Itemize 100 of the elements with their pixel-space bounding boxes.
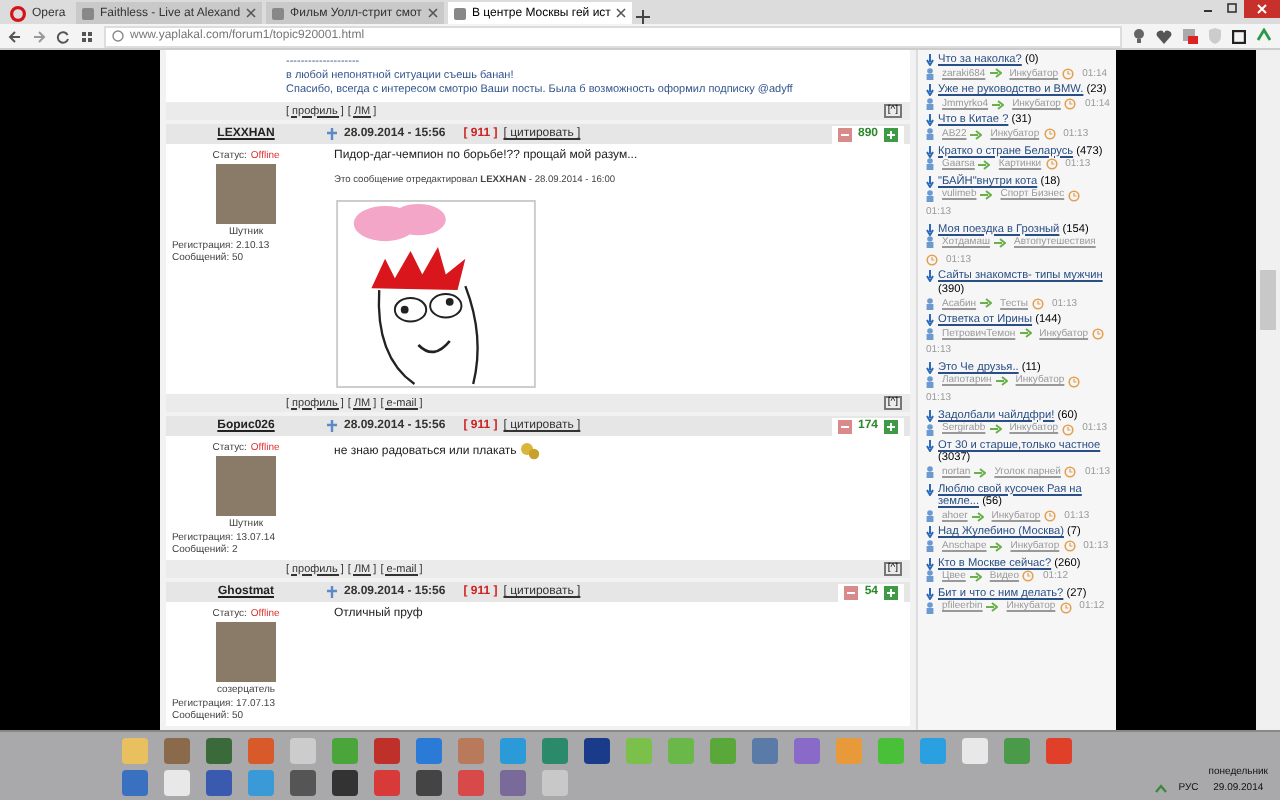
- extension-icon[interactable]: [1182, 28, 1198, 44]
- person-icon: [926, 466, 934, 479]
- down-arrow-icon: [926, 175, 934, 188]
- clock-icon: [1092, 327, 1105, 340]
- arrow-icon: [990, 541, 1003, 552]
- anchor-icon[interactable]: [326, 420, 338, 432]
- scroll-thumb[interactable]: [1260, 270, 1276, 330]
- back-icon[interactable]: [8, 29, 22, 43]
- down-arrow-icon: [926, 114, 934, 127]
- down-arrow-icon: [926, 557, 934, 570]
- person-icon: [926, 236, 934, 249]
- person-icon: [926, 297, 934, 310]
- arrow-icon: [978, 159, 991, 170]
- app-icon[interactable]: [582, 738, 612, 764]
- clock-icon: [1062, 67, 1075, 80]
- clock-icon: [1068, 189, 1081, 202]
- bulb-icon[interactable]: [1132, 28, 1146, 44]
- arrow-icon: [989, 68, 1002, 79]
- person-icon: [926, 158, 934, 171]
- avatar-photo-placeholder: [216, 456, 276, 516]
- person-icon: [926, 67, 934, 80]
- person-icon: [926, 327, 934, 340]
- close-icon[interactable]: [246, 8, 257, 18]
- close-icon[interactable]: [1244, 0, 1280, 18]
- minus-icon[interactable]: [844, 585, 859, 599]
- app-icon[interactable]: [372, 738, 402, 764]
- clock-icon: [1068, 375, 1081, 388]
- arrow-icon: [974, 467, 987, 478]
- arrow-icon: [980, 298, 993, 309]
- person-icon: [926, 570, 934, 583]
- app-icon[interactable]: [288, 770, 318, 796]
- close-icon[interactable]: [427, 8, 438, 18]
- network-icon[interactable]: [1154, 780, 1169, 794]
- down-arrow-icon: [926, 54, 934, 66]
- app-icon[interactable]: [414, 770, 444, 796]
- down-arrow-icon: [926, 145, 934, 158]
- grid-icon[interactable]: [80, 29, 94, 43]
- down-arrow-icon: [926, 587, 934, 600]
- arrow-icon: [969, 571, 982, 582]
- heart-icon[interactable]: [1156, 29, 1172, 43]
- person-icon: [926, 128, 934, 141]
- down-arrow-icon: [926, 409, 934, 422]
- avatar-photo-placeholder: [216, 622, 276, 682]
- person-icon: [926, 375, 934, 388]
- minus-icon[interactable]: [837, 419, 852, 433]
- person-icon: [926, 510, 934, 523]
- clock-icon: [1064, 466, 1077, 479]
- down-arrow-icon: [926, 84, 934, 97]
- arrow-icon: [989, 424, 1002, 435]
- new-tab-icon[interactable]: [636, 10, 651, 24]
- down-arrow-icon: [926, 314, 934, 327]
- plus-icon[interactable]: [884, 419, 898, 433]
- minus-icon[interactable]: [837, 127, 852, 141]
- reload-icon[interactable]: [56, 29, 70, 43]
- clock-icon: [1043, 128, 1056, 141]
- anchor-icon[interactable]: [326, 586, 338, 598]
- down-arrow-icon: [926, 223, 934, 236]
- app-icon[interactable]: [330, 770, 360, 796]
- app-icon[interactable]: [204, 738, 234, 764]
- clock-icon: [1063, 540, 1076, 553]
- clock-icon: [1044, 510, 1057, 523]
- clock-icon: [1062, 423, 1075, 436]
- arrow-icon: [970, 129, 983, 140]
- shield-icon[interactable]: [1208, 28, 1222, 44]
- arrow-icon: [986, 602, 999, 613]
- app-icon[interactable]: [204, 770, 234, 796]
- arrow-icon: [992, 99, 1005, 110]
- page-icon: [272, 7, 285, 19]
- down-arrow-icon: [926, 526, 934, 539]
- clock-icon: [1022, 570, 1035, 583]
- arrow-icon: [980, 190, 993, 201]
- down-arrow-icon: [926, 270, 934, 283]
- plus-icon[interactable]: [884, 585, 898, 599]
- anchor-icon[interactable]: [326, 128, 338, 140]
- down-arrow-icon: [926, 439, 934, 452]
- clock-icon: [1059, 601, 1072, 614]
- clock-icon: [926, 254, 938, 267]
- person-icon: [926, 423, 934, 436]
- person-icon: [926, 98, 934, 111]
- arrow-icon: [994, 237, 1007, 248]
- down-arrow-icon: [926, 483, 934, 496]
- arrow-icon: [1019, 328, 1032, 339]
- arrow-icon: [971, 511, 984, 522]
- person-icon: [926, 540, 934, 553]
- plus-icon[interactable]: [884, 127, 898, 141]
- opera-logo-icon: [10, 5, 26, 21]
- page-icon: [453, 7, 466, 19]
- clock-icon: [1032, 297, 1044, 310]
- arrow-icon: [995, 376, 1008, 387]
- person-icon: [926, 601, 934, 614]
- clock-icon: [1045, 158, 1058, 171]
- scrollbar[interactable]: [1256, 50, 1280, 730]
- globe-icon: [112, 30, 124, 42]
- page-icon: [82, 7, 94, 19]
- sync-icon[interactable]: [1256, 28, 1272, 44]
- clock-icon: [1064, 98, 1077, 111]
- close-icon[interactable]: [616, 8, 627, 18]
- person-icon: [926, 189, 934, 202]
- down-arrow-icon: [926, 361, 934, 374]
- forward-icon[interactable]: [32, 29, 46, 43]
